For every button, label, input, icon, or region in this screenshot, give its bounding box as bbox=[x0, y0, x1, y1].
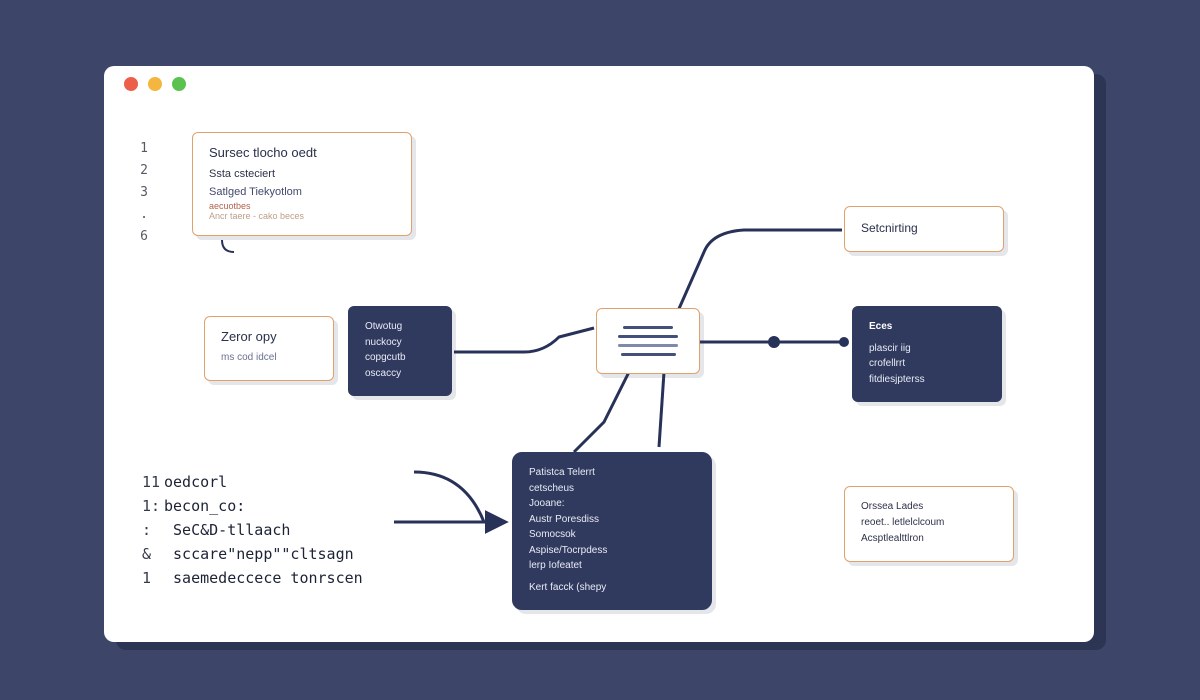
line-number: 1 bbox=[134, 138, 148, 160]
card-title: Zeror opy bbox=[221, 329, 317, 344]
code-block: 11oedcorl 1:becon_co: : SeC&D-tllaach & … bbox=[142, 470, 363, 590]
line-number: 3 bbox=[134, 182, 148, 204]
card-line: fitdiesjpterss bbox=[869, 372, 985, 388]
text-line-icon bbox=[621, 353, 676, 356]
minimize-icon[interactable] bbox=[148, 77, 162, 91]
card-bottom-right[interactable]: Orssea Lades reoet.. letlelclcoum Acsptl… bbox=[844, 486, 1014, 562]
diagram-canvas: 1 2 3 . 6 bbox=[104, 102, 1094, 642]
text-line-icon bbox=[623, 326, 673, 329]
code-line: 1:becon_co: bbox=[142, 494, 363, 518]
line-number: . bbox=[134, 204, 148, 226]
line-number: 6 bbox=[134, 226, 148, 248]
card-line: Ssta csteciert bbox=[209, 166, 395, 184]
card-line: lerp Iofeatet bbox=[529, 558, 695, 574]
code-line: 11oedcorl bbox=[142, 470, 363, 494]
card-line: crofellrrt bbox=[869, 356, 985, 372]
card-line: Austr Poresdiss bbox=[529, 512, 695, 528]
card-small-dark[interactable]: Otwotug nuckocy copgcutb oscaccy bbox=[348, 306, 452, 396]
card-sub: aecuotbes bbox=[209, 201, 395, 211]
window-titlebar bbox=[104, 66, 1094, 102]
card-line: Somocsok bbox=[529, 527, 695, 543]
card-line: Aspise/Tocrpdess bbox=[529, 543, 695, 559]
close-icon[interactable] bbox=[124, 77, 138, 91]
card-title: Sursec tlocho oedt bbox=[209, 145, 395, 160]
card-line: plascir iig bbox=[869, 341, 985, 357]
card-sub: ms cod idcel bbox=[221, 350, 317, 366]
card-title: Setcnirting bbox=[861, 221, 918, 235]
card-line: oscaccy bbox=[365, 366, 435, 382]
code-line: & sccare"nepp""cltsagn bbox=[142, 542, 363, 566]
card-line: reoet.. letlelclcoum bbox=[861, 515, 997, 531]
card-line: nuckocy bbox=[365, 335, 435, 351]
code-line: 1 saemedeccece tonrscen bbox=[142, 566, 363, 590]
card-right-dark[interactable]: Eces plascir iig crofellrrt fitdiesjpter… bbox=[852, 306, 1002, 402]
code-line: : SeC&D-tllaach bbox=[142, 518, 363, 542]
card-line: Orssea Lades bbox=[861, 499, 997, 515]
card-sub: Ancr taere - cako beces bbox=[209, 211, 395, 221]
zoom-icon[interactable] bbox=[172, 77, 186, 91]
text-line-icon bbox=[618, 344, 678, 347]
text-line-icon bbox=[618, 335, 678, 338]
card-line: Eces bbox=[869, 319, 985, 335]
card-setcnirting[interactable]: Setcnirting bbox=[844, 206, 1004, 252]
card-line: Otwotug bbox=[365, 319, 435, 335]
card-line: Acsptlealttlron bbox=[861, 531, 997, 547]
card-line: cetscheus bbox=[529, 481, 695, 497]
card-line: Jooane: bbox=[529, 496, 695, 512]
line-number: 2 bbox=[134, 160, 148, 182]
app-window: 1 2 3 . 6 bbox=[104, 66, 1094, 642]
card-line: Kert facck (shepy bbox=[529, 580, 695, 596]
card-center-node[interactable] bbox=[596, 308, 700, 374]
card-header[interactable]: Sursec tlocho oedt Ssta csteciert Satlge… bbox=[192, 132, 412, 236]
card-line: Patistca Telerrt bbox=[529, 465, 695, 481]
card-line: Satlged Tiekyotlom bbox=[209, 184, 395, 202]
card-big-dark[interactable]: Patistca Telerrt cetscheus Jooane: Austr… bbox=[512, 452, 712, 610]
card-zero-copy[interactable]: Zeror opy ms cod idcel bbox=[204, 316, 334, 381]
card-line: copgcutb bbox=[365, 350, 435, 366]
line-number-gutter: 1 2 3 . 6 bbox=[134, 138, 148, 248]
